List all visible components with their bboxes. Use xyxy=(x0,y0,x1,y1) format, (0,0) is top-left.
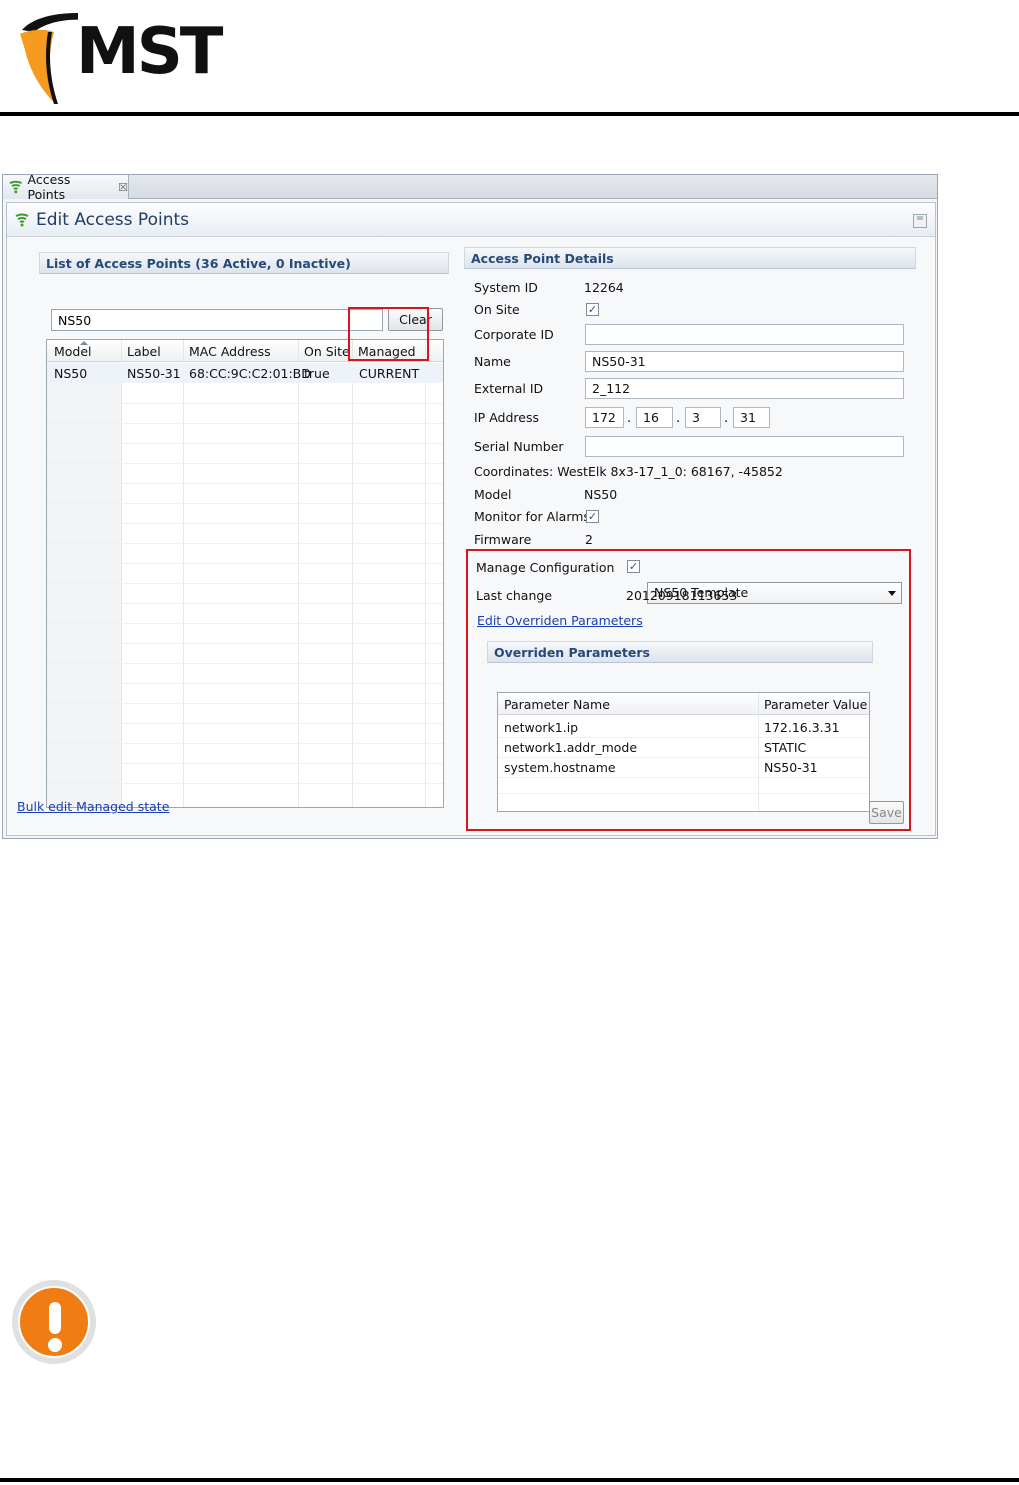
close-icon[interactable]: ☒ xyxy=(118,181,128,194)
column-header-label[interactable]: Label xyxy=(127,344,161,359)
page-title: Edit Access Points xyxy=(36,209,189,230)
logo-text: MST xyxy=(76,15,223,89)
name-field[interactable]: NS50-31 xyxy=(585,351,904,372)
corporate-id-field[interactable] xyxy=(585,324,904,345)
coordinates-text: Coordinates: WestElk 8x3-17_1_0: 68167, … xyxy=(474,464,783,479)
header-rule xyxy=(0,112,1019,116)
column-header-on-site[interactable]: On Site xyxy=(304,344,350,359)
app-window: Access Points ☒ Edit Access Points List … xyxy=(2,172,938,839)
on-site-label: On Site xyxy=(474,302,520,317)
model-value: NS50 xyxy=(584,487,618,502)
logo-swoosh-icon xyxy=(20,12,96,105)
sorted-column-shade xyxy=(47,362,121,807)
column-header-mac[interactable]: MAC Address xyxy=(189,344,271,359)
mst-logo: MST xyxy=(18,8,228,108)
ip-dot: . xyxy=(676,411,681,426)
tab-access-points[interactable]: Access Points ☒ xyxy=(3,172,129,202)
footer-rule xyxy=(0,1478,1019,1482)
tab-label: Access Points xyxy=(27,172,71,202)
config-highlight-box xyxy=(466,549,911,831)
ip-octet-3[interactable]: 3 xyxy=(685,407,721,428)
system-id-value: 12264 xyxy=(584,280,624,295)
ip-dot: . xyxy=(724,411,729,426)
cell-label: NS50-31 xyxy=(127,366,181,381)
ip-octet-1[interactable]: 172 xyxy=(585,407,624,428)
list-section-header: List of Access Points (36 Active, 0 Inac… xyxy=(39,252,449,274)
table-row[interactable]: NS50 NS50-31 68:CC:9C:C2:01:BD true CURR… xyxy=(47,363,443,383)
editor-header: Edit Access Points xyxy=(7,203,935,237)
monitor-alarms-checkbox[interactable]: ✓ xyxy=(586,510,599,523)
ip-address-label: IP Address xyxy=(474,410,539,425)
warning-icon xyxy=(12,1280,96,1364)
wifi-icon xyxy=(15,213,29,226)
save-disk-icon[interactable] xyxy=(913,214,927,228)
details-section-header: Access Point Details xyxy=(464,247,916,269)
cell-model: NS50 xyxy=(54,366,88,381)
model-label: Model xyxy=(474,487,512,502)
on-site-checkbox[interactable]: ✓ xyxy=(586,303,599,316)
corporate-id-label: Corporate ID xyxy=(474,327,554,342)
bulk-edit-link[interactable]: Bulk edit Managed state xyxy=(17,799,169,814)
wifi-icon xyxy=(9,180,23,194)
serial-number-field[interactable] xyxy=(585,436,904,457)
managed-highlight-box xyxy=(348,307,429,361)
external-id-label: External ID xyxy=(474,381,544,396)
system-id-label: System ID xyxy=(474,280,538,295)
name-label: Name xyxy=(474,354,511,369)
serial-number-label: Serial Number xyxy=(474,439,564,454)
cell-mac: 68:CC:9C:C2:01:BD xyxy=(189,366,311,381)
firmware-value: 2 xyxy=(585,532,593,547)
external-id-field[interactable]: 2_112 xyxy=(585,378,904,399)
ip-dot: . xyxy=(627,411,632,426)
monitor-alarms-label: Monitor for Alarms xyxy=(474,509,590,524)
ip-octet-2[interactable]: 16 xyxy=(636,407,673,428)
search-input[interactable] xyxy=(51,309,383,331)
ip-octet-4[interactable]: 31 xyxy=(733,407,770,428)
editor-panel: Edit Access Points List of Access Points… xyxy=(6,202,936,836)
column-header-model[interactable]: Model xyxy=(54,344,92,359)
firmware-label: Firmware xyxy=(474,532,532,547)
cell-managed: CURRENT xyxy=(359,366,420,381)
cell-on-site: true xyxy=(304,366,330,381)
tab-bar: Access Points ☒ xyxy=(3,172,937,202)
access-point-table: Model Label MAC Address On Site Managed … xyxy=(46,339,444,808)
